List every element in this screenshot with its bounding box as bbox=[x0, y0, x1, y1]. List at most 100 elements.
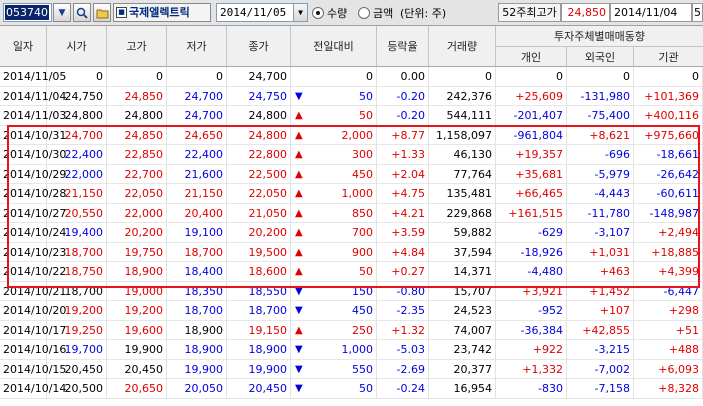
cell-indiv-text: -961,804 bbox=[513, 128, 563, 142]
cell-date: 2014/10/27 bbox=[0, 203, 66, 223]
table-row[interactable]: 2014/10/20 19,200 19,200 18,700 18,700 ▼ 450 -2… bbox=[0, 301, 703, 321]
cell-volume: 59,882 bbox=[429, 223, 496, 242]
cell-open: 22,400 bbox=[47, 145, 107, 164]
table-row[interactable]: 2014/10/31 24,700 24,850 24,650 24,800 ▲ 2,000… bbox=[0, 125, 703, 145]
cell-change: ▼ 550 bbox=[291, 359, 377, 379]
table-row[interactable]: 2014/10/23 18,700 19,750 18,700 19,500 ▲ 900 +4… bbox=[0, 242, 703, 262]
cell-indiv-text: +3,921 bbox=[522, 284, 563, 298]
cell-low: 19,100 bbox=[167, 223, 227, 242]
cell-volume-text: 46,130 bbox=[453, 148, 493, 161]
cell-change: ▼ 150 bbox=[291, 281, 377, 301]
table-row[interactable]: 2014/10/29 22,000 22,700 21,600 22,500 ▲ 450 +2… bbox=[0, 164, 703, 184]
cell-close: 19,900 bbox=[227, 359, 291, 379]
table-row[interactable]: 2014/10/17 19,250 19,600 18,900 19,150 ▲ 250 +1… bbox=[0, 320, 703, 340]
cell-rate-text: -0.24 bbox=[396, 382, 425, 395]
open-folder-button[interactable] bbox=[93, 3, 111, 22]
cell-volume: 242,376 bbox=[429, 86, 496, 106]
cell-indiv: -629 bbox=[496, 223, 567, 242]
cell-volume: 20,377 bbox=[429, 359, 496, 379]
table-row[interactable]: 2014/10/15 20,450 20,450 19,900 19,900 ▼ 550 -2… bbox=[0, 359, 703, 379]
cell-inst-text: -6,447 bbox=[663, 284, 699, 298]
stock-code-input[interactable]: 053740 bbox=[3, 3, 52, 22]
cell-foreign-text: -131,980 bbox=[580, 89, 630, 103]
cell-open-text: 20,550 bbox=[64, 206, 104, 220]
cell-date: 2014/10/24 bbox=[0, 223, 66, 242]
table-row[interactable]: 2014/11/03 24,800 24,800 24,700 24,800 ▲ 50 -0.… bbox=[0, 106, 703, 126]
up-triangle-icon: ▲ bbox=[295, 266, 303, 277]
table-row[interactable]: 2014/10/14 20,500 20,650 20,050 20,450 ▼ 50 -0.… bbox=[0, 379, 703, 399]
cell-indiv: +161,515 bbox=[496, 203, 567, 223]
cell-foreign: -131,980 bbox=[567, 86, 634, 106]
high52-date: 2014/11/04 bbox=[610, 3, 692, 22]
cell-foreign: -5,979 bbox=[567, 164, 634, 184]
cell-inst-text: +975,660 bbox=[644, 128, 699, 142]
cell-indiv: -961,804 bbox=[496, 125, 567, 145]
cell-foreign-text: -75,400 bbox=[587, 109, 630, 122]
cell-foreign-text: -3,107 bbox=[594, 226, 630, 239]
cell-rate-text: -0.80 bbox=[396, 284, 425, 298]
cell-indiv-text: -201,407 bbox=[513, 109, 563, 122]
cell-high-text: 22,700 bbox=[124, 167, 164, 181]
cell-rate: +0.27 bbox=[377, 262, 429, 281]
cell-date: 2014/10/16 bbox=[0, 340, 66, 359]
cell-close: 18,600 bbox=[227, 262, 291, 281]
code-dropdown-button[interactable]: ▼ bbox=[53, 3, 71, 22]
cell-indiv: -4,480 bbox=[496, 262, 567, 281]
cell-high: 19,200 bbox=[107, 301, 167, 320]
radio-volume[interactable]: 수량 bbox=[312, 5, 347, 21]
calendar-dropdown-icon[interactable]: ▼ bbox=[293, 4, 307, 21]
cell-open-text: 19,200 bbox=[64, 304, 104, 317]
cell-open: 21,150 bbox=[47, 184, 107, 203]
cell-high-text: 19,000 bbox=[124, 284, 164, 298]
cell-low-text: 21,600 bbox=[184, 167, 224, 181]
table-row[interactable]: 2014/10/28 21,150 22,050 21,150 22,050 ▲ 1,000… bbox=[0, 184, 703, 204]
search-button[interactable] bbox=[73, 3, 91, 22]
cell-volume: 24,523 bbox=[429, 301, 496, 320]
table-row[interactable]: 2014/10/30 22,400 22,850 22,400 22,800 ▲ 300 +1… bbox=[0, 145, 703, 165]
cell-indiv-text: -18,926 bbox=[520, 245, 563, 259]
cell-rate: +1.32 bbox=[377, 320, 429, 340]
cell-change-text: 250 bbox=[352, 323, 373, 337]
cell-volume-text: 14,371 bbox=[453, 265, 493, 278]
table-row[interactable]: 2014/10/27 20,550 22,000 20,400 21,050 ▲ 850 +4… bbox=[0, 203, 703, 223]
cell-inst-text: +2,494 bbox=[658, 226, 699, 239]
cell-high: 24,850 bbox=[107, 86, 167, 106]
cell-low-text: 18,700 bbox=[184, 304, 224, 317]
table-row[interactable]: 2014/11/05 0 0 0 24,700 0 0.00 0 0 0 0 bbox=[0, 67, 703, 87]
cell-rate-text: -2.69 bbox=[396, 362, 425, 376]
header-open: 시가 bbox=[47, 26, 107, 66]
cell-close: 18,700 bbox=[227, 301, 291, 320]
header-low: 저가 bbox=[167, 26, 227, 66]
cell-inst-text: +18,885 bbox=[651, 245, 699, 259]
high52-more: 5 bbox=[692, 3, 703, 22]
cell-change: ▲ 900 bbox=[291, 242, 377, 262]
cell-volume-text: 0 bbox=[485, 70, 492, 83]
cell-open-text: 24,750 bbox=[64, 89, 104, 103]
cell-close-text: 22,800 bbox=[248, 148, 288, 161]
cell-inst: 0 bbox=[634, 67, 703, 86]
date-picker[interactable]: 2014/11/05 ▼ bbox=[216, 3, 308, 22]
cell-close-text: 19,500 bbox=[248, 245, 288, 259]
cell-indiv: +25,609 bbox=[496, 86, 567, 106]
cell-close-text: 24,700 bbox=[248, 70, 288, 83]
radio-amount[interactable]: 금액 bbox=[358, 5, 393, 21]
cell-volume-text: 544,111 bbox=[446, 109, 493, 122]
cell-foreign: -696 bbox=[567, 145, 634, 164]
cell-close: 21,050 bbox=[227, 203, 291, 223]
cell-rate-text: +1.33 bbox=[391, 148, 425, 161]
table-row[interactable]: 2014/10/24 19,400 20,200 19,100 20,200 ▲ 700 +3… bbox=[0, 223, 703, 243]
cell-foreign: -7,002 bbox=[567, 359, 634, 379]
cell-low: 21,600 bbox=[167, 164, 227, 184]
table-row[interactable]: 2014/10/22 18,750 18,900 18,400 18,600 ▲ 50 +0.… bbox=[0, 262, 703, 282]
cell-rate: +4.84 bbox=[377, 242, 429, 262]
table-row[interactable]: 2014/11/04 24,750 24,850 24,700 24,750 ▼ 50 -0.… bbox=[0, 86, 703, 106]
cell-open: 20,450 bbox=[47, 359, 107, 379]
cell-date: 2014/11/03 bbox=[0, 106, 66, 125]
table-row[interactable]: 2014/10/16 19,700 19,900 18,900 18,900 ▼ 1,000… bbox=[0, 340, 703, 360]
cell-rate-text: -5.03 bbox=[396, 343, 425, 356]
cell-close-text: 20,450 bbox=[248, 382, 288, 395]
cell-change-text: 50 bbox=[359, 109, 373, 122]
table-row[interactable]: 2014/10/21 18,700 19,000 18,350 18,550 ▼ 150 -0… bbox=[0, 281, 703, 301]
cell-foreign: +1,031 bbox=[567, 242, 634, 262]
cell-indiv-text: +35,681 bbox=[515, 167, 563, 181]
